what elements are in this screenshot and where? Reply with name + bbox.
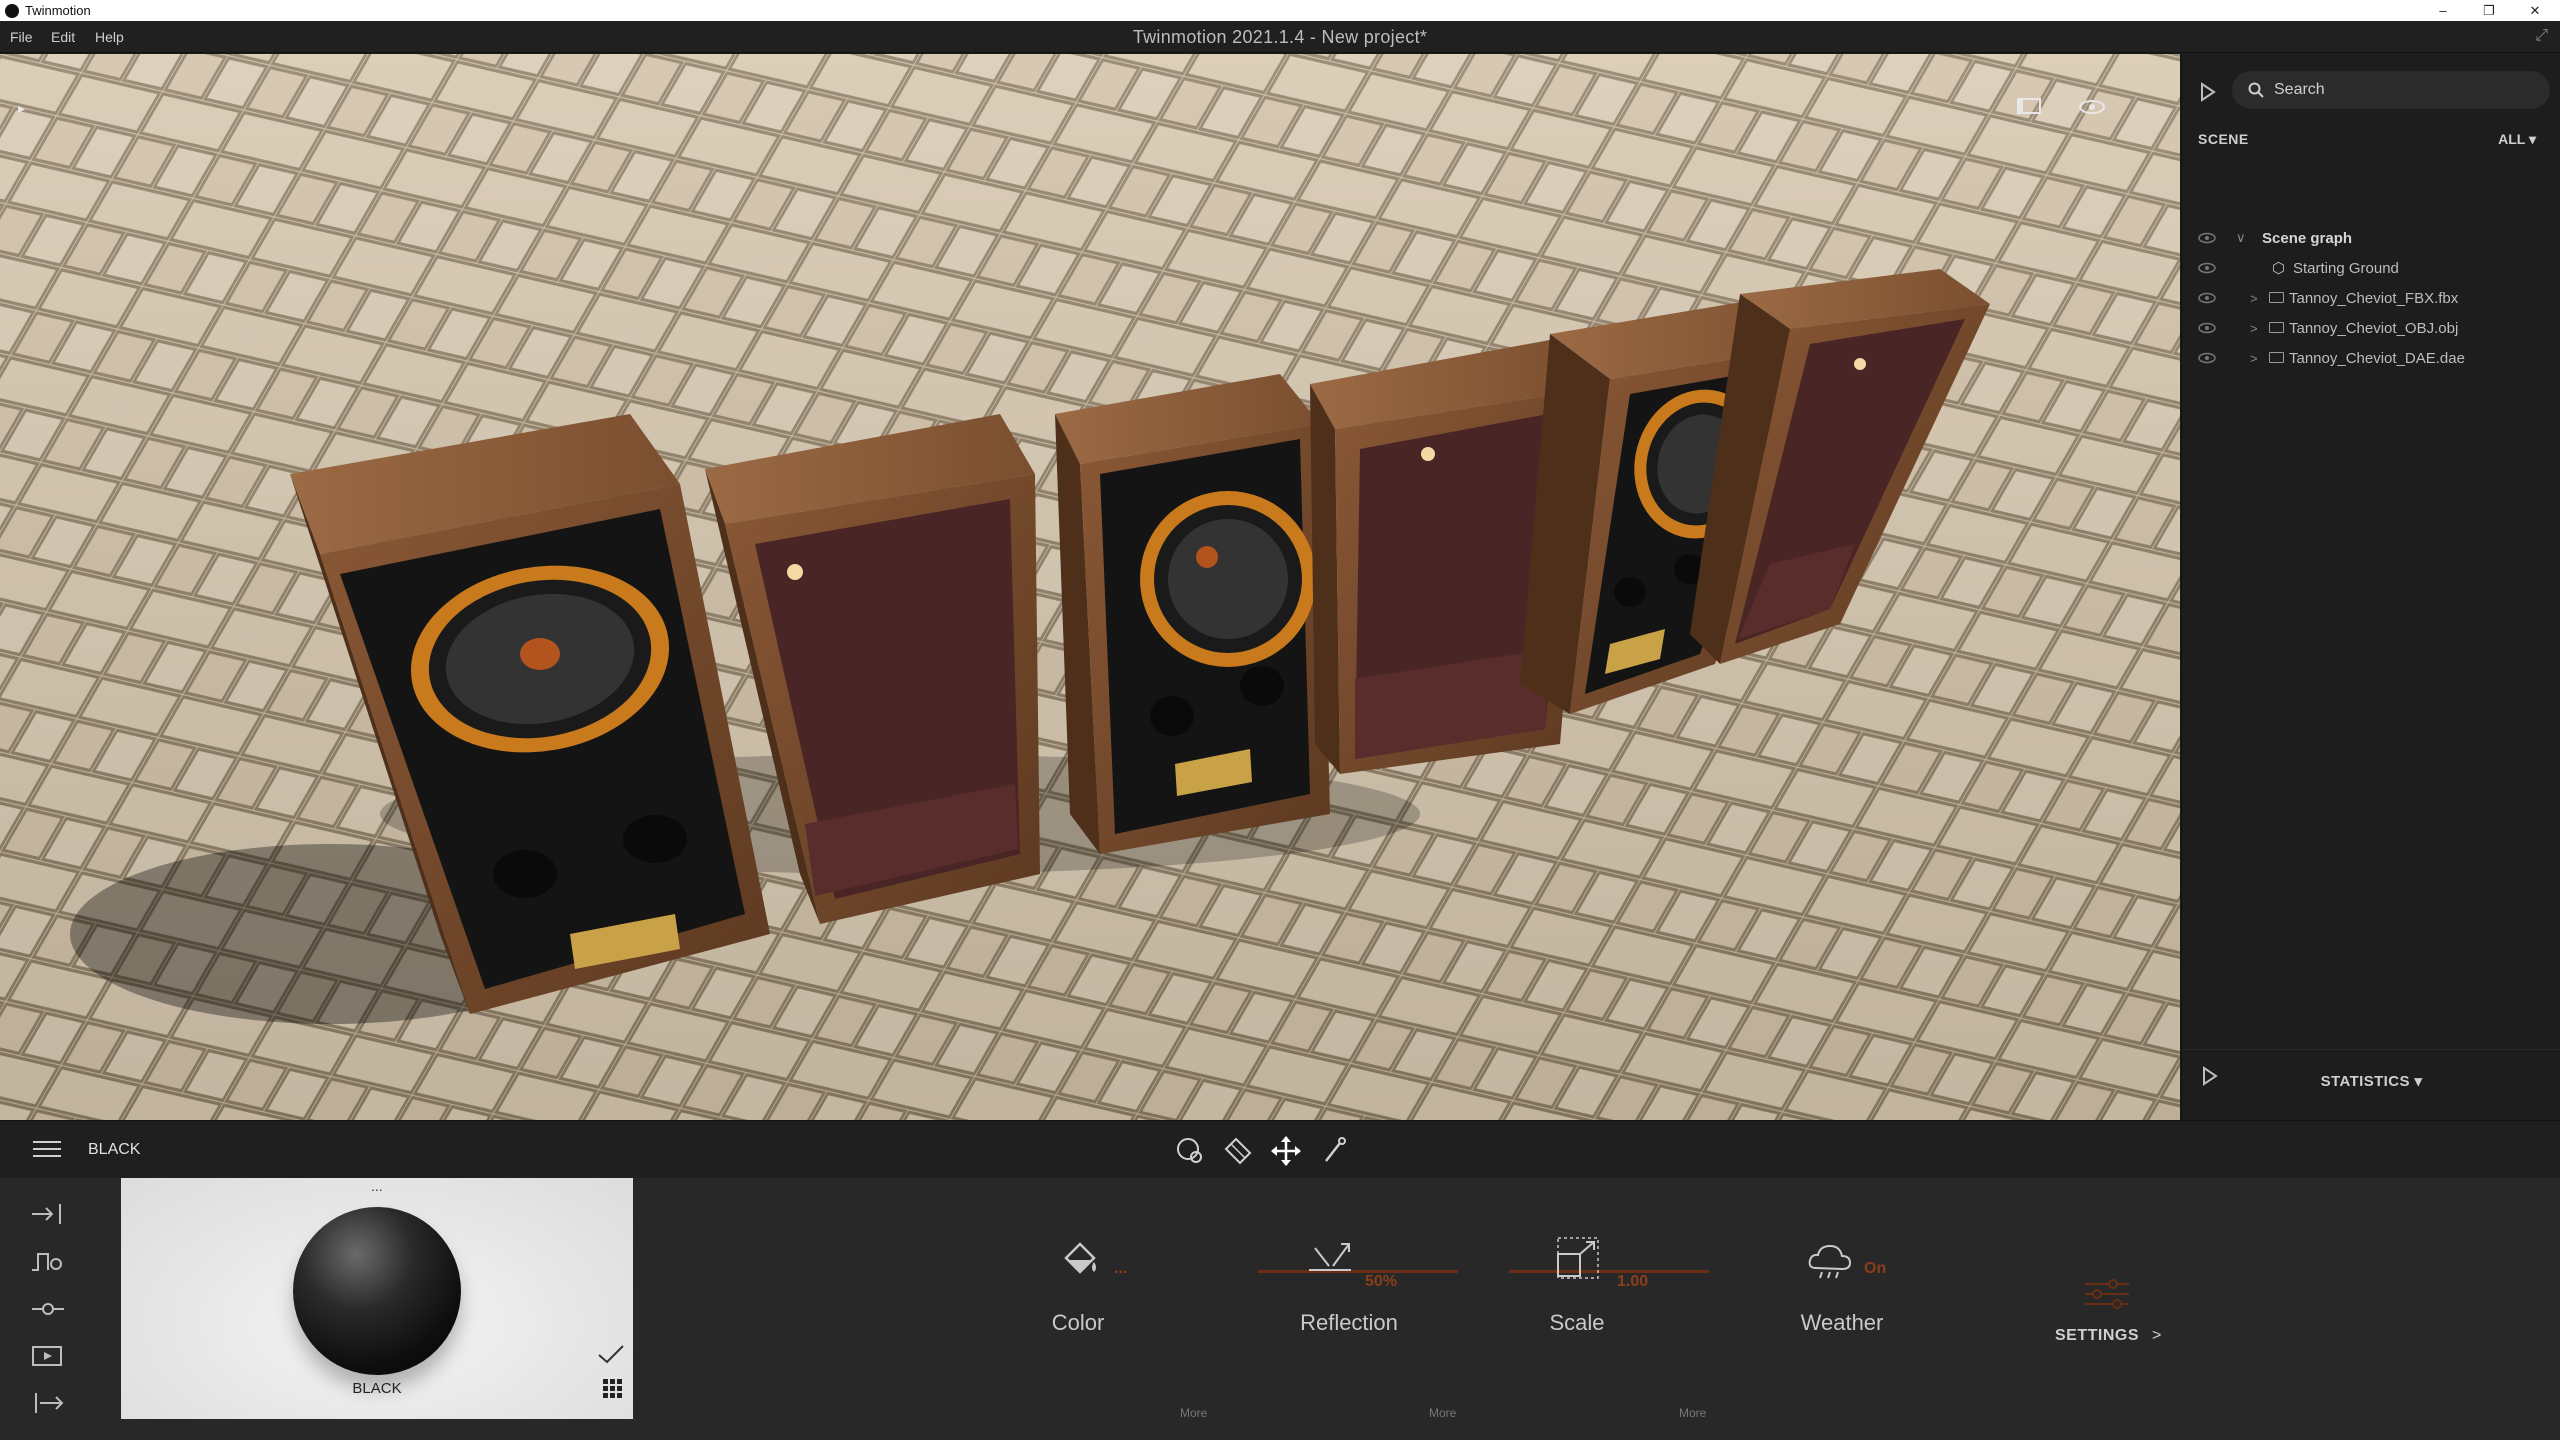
- menu-help[interactable]: Help: [95, 29, 124, 45]
- move-tool-icon[interactable]: [1270, 1135, 1302, 1167]
- minimize-button[interactable]: –: [2420, 0, 2466, 21]
- reflection-icon: [1309, 1243, 1351, 1271]
- material-thumbnail[interactable]: ... BLACK: [121, 1178, 633, 1419]
- expand-arrow-icon[interactable]: >: [2250, 321, 2258, 336]
- statistics-dropdown[interactable]: STATISTICS ▾: [2182, 1072, 2560, 1090]
- scene-filter-value: ALL: [2498, 131, 2526, 147]
- scene-render: [0, 54, 2180, 1120]
- scale-slider[interactable]: [1509, 1270, 1709, 1273]
- folder-icon: [2269, 352, 2284, 364]
- close-button[interactable]: ✕: [2512, 0, 2558, 21]
- settings-label: SETTINGS: [2055, 1327, 2140, 1344]
- visibility-eye-icon[interactable]: [2198, 352, 2216, 364]
- reflection-value: 50%: [1365, 1273, 1398, 1290]
- checkmark-icon[interactable]: [597, 1343, 625, 1365]
- search-box[interactable]: [2232, 71, 2550, 109]
- app-menu-bar: Twinmotion 2021.1.4 - New project* File …: [0, 21, 2560, 53]
- media-icon[interactable]: [30, 1344, 66, 1368]
- os-app-name: Twinmotion: [25, 3, 91, 18]
- tree-item-obj[interactable]: > Tannoy_Cheviot_OBJ.obj: [2182, 314, 2560, 342]
- tree-item-label: Scene graph: [2262, 229, 2353, 247]
- panel-play-icon[interactable]: [2200, 82, 2216, 102]
- layout-toggle-icon[interactable]: [2017, 97, 2041, 115]
- tree-item-label: Starting Ground: [2293, 259, 2399, 277]
- tree-item-label: Tannoy_Cheviot_OBJ.obj: [2289, 319, 2459, 337]
- paint-bucket-icon: [1064, 1242, 1096, 1274]
- statistics-bar: STATISTICS ▾: [2182, 1049, 2560, 1120]
- scale-property[interactable]: 1.00 Scale: [1477, 1237, 1709, 1358]
- collapse-arrow-icon[interactable]: ∨: [2236, 230, 2246, 246]
- weather-value: On: [1864, 1260, 1887, 1277]
- weather-property[interactable]: On Weather: [1742, 1238, 1942, 1358]
- weather-label: Weather: [1800, 1310, 1884, 1335]
- tree-item-starting-ground[interactable]: ⬡ Starting Ground: [2182, 254, 2560, 282]
- select-tool-icon[interactable]: [1174, 1135, 1206, 1167]
- restore-button[interactable]: ❐: [2466, 0, 2512, 21]
- reflection-label: Reflection: [1300, 1310, 1398, 1335]
- tree-item-dae[interactable]: > Tannoy_Cheviot_DAE.dae: [2182, 344, 2560, 372]
- visibility-eye-icon[interactable]: [2198, 232, 2216, 244]
- search-input[interactable]: [2274, 81, 2524, 99]
- export-icon[interactable]: [30, 1391, 66, 1415]
- material-sphere: [293, 1207, 461, 1375]
- chevron-down-icon: ▾: [2414, 1073, 2423, 1090]
- eyedropper-tool-icon[interactable]: [1318, 1135, 1350, 1167]
- folder-icon: [2269, 292, 2284, 304]
- tree-item-fbx[interactable]: > Tannoy_Cheviot_FBX.fbx: [2182, 284, 2560, 312]
- visibility-eye-icon[interactable]: [2198, 262, 2216, 274]
- reflection-more-link[interactable]: More: [1429, 1406, 1456, 1420]
- paint-tool-icon[interactable]: [1222, 1135, 1254, 1167]
- chevron-down-icon: ▾: [2528, 131, 2536, 147]
- menu-edit[interactable]: Edit: [51, 29, 75, 45]
- scene-panel: SCENE ALL ▾ ∨ Scene graph ⬡ Starting Gro…: [2181, 54, 2560, 1120]
- scale-more-link[interactable]: More: [1679, 1406, 1706, 1420]
- menu-file[interactable]: File: [10, 29, 33, 45]
- hamburger-menu-icon[interactable]: [33, 1141, 61, 1159]
- speaker-3: [1055, 374, 1330, 854]
- reflection-property[interactable]: 50% Reflection: [1249, 1238, 1458, 1358]
- context-icon[interactable]: [30, 1250, 66, 1274]
- import-icon[interactable]: [30, 1202, 66, 1226]
- visibility-eye-icon[interactable]: [2198, 292, 2216, 304]
- thumbnail-label: BLACK: [352, 1380, 402, 1397]
- color-value: ...: [1114, 1260, 1128, 1277]
- chevron-right-icon: >: [2151, 1327, 2162, 1344]
- color-property[interactable]: ... Color: [978, 1238, 1178, 1358]
- scale-icon: [1557, 1237, 1599, 1279]
- folder-icon: [2269, 322, 2284, 334]
- color-label: Color: [1051, 1310, 1105, 1335]
- scale-value: 1.00: [1617, 1273, 1649, 1290]
- search-icon: [2248, 82, 2264, 98]
- color-more-link[interactable]: More: [1180, 1406, 1207, 1420]
- expand-arrow-icon[interactable]: >: [2250, 351, 2258, 366]
- object-icon: ⬡: [2272, 260, 2286, 277]
- settings-slider-icon[interactable]: [30, 1297, 66, 1321]
- expand-arrow-icon[interactable]: >: [2250, 291, 2258, 306]
- viewport-expand-left-icon[interactable]: ▸: [18, 100, 25, 117]
- view-eye-icon[interactable]: [2078, 99, 2106, 115]
- reflection-slider[interactable]: [1258, 1270, 1458, 1273]
- material-name: BLACK: [88, 1141, 141, 1158]
- 3d-viewport[interactable]: ▸: [0, 54, 2180, 1120]
- settings-sliders-icon[interactable]: [2083, 1278, 2131, 1310]
- expand-icon[interactable]: ⤢: [2535, 27, 2548, 45]
- os-title-bar: Twinmotion – ❐ ✕: [0, 0, 2560, 21]
- settings-button[interactable]: SETTINGS >: [2055, 1327, 2162, 1345]
- visibility-eye-icon[interactable]: [2198, 322, 2216, 334]
- bottom-toolbar: BLACK: [0, 1120, 2560, 1178]
- scale-label: Scale: [1549, 1310, 1605, 1335]
- scene-filter-dropdown[interactable]: ALL ▾: [2498, 131, 2536, 148]
- material-editor: ... BLACK ... Color 50% Reflection 1.00 …: [0, 1178, 2560, 1440]
- thumbnail-menu-icon[interactable]: ...: [371, 1178, 383, 1194]
- app-title: Twinmotion 2021.1.4 - New project*: [1132, 27, 1428, 47]
- statistics-label: STATISTICS: [2320, 1073, 2410, 1090]
- weather-cloud-icon: [1808, 1244, 1852, 1279]
- tree-item-label: Tannoy_Cheviot_DAE.dae: [2289, 349, 2465, 367]
- twinmotion-logo-icon: [5, 3, 19, 18]
- tree-item-scene-graph[interactable]: ∨ Scene graph: [2182, 224, 2560, 252]
- tree-item-label: Tannoy_Cheviot_FBX.fbx: [2289, 289, 2459, 307]
- scene-label: SCENE: [2198, 131, 2249, 147]
- grid-icon[interactable]: [603, 1379, 623, 1399]
